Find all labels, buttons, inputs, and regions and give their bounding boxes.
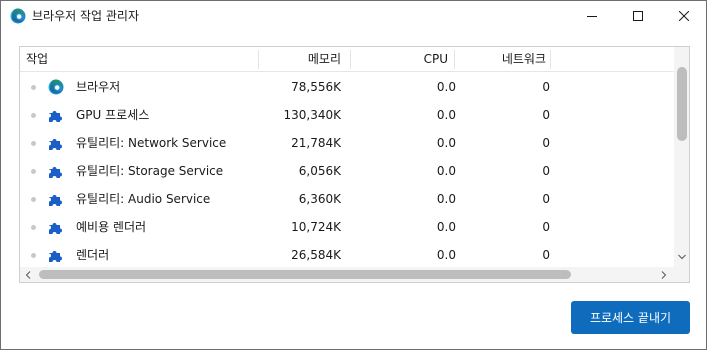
task-name: 유틸리티: Network Service xyxy=(76,136,227,150)
task-name: 유틸리티: Storage Service xyxy=(76,164,224,178)
cpu-value: 0.0 xyxy=(436,220,456,234)
horizontal-scrollbar[interactable] xyxy=(20,267,674,282)
puzzle-icon xyxy=(48,107,64,123)
task-name: 유틸리티: Audio Service xyxy=(76,192,211,206)
status-dot xyxy=(31,197,36,202)
minimize-icon xyxy=(587,16,597,17)
memory-value: 130,340K xyxy=(283,108,342,122)
puzzle-icon xyxy=(48,247,64,263)
table-row[interactable]: 브라우저 78,556K 0.0 0 xyxy=(20,73,674,101)
table-row[interactable]: 유틸리티: Audio Service 6,360K 0.0 0 xyxy=(20,185,674,213)
status-dot xyxy=(31,113,36,118)
task-manager-window: 브라우저 작업 관리자 작업 메모리 CPU 네트워크 브라우저 78,556K… xyxy=(0,0,707,350)
column-header-task[interactable]: 작업 xyxy=(26,47,48,72)
vertical-scroll-thumb[interactable] xyxy=(677,67,687,141)
cpu-value: 0.0 xyxy=(436,248,456,262)
maximize-icon xyxy=(633,11,643,21)
status-dot xyxy=(31,85,36,90)
task-table[interactable]: 작업 메모리 CPU 네트워크 브라우저 78,556K 0.0 0 GPU 프… xyxy=(19,46,690,283)
task-name: 브라우저 xyxy=(76,80,121,94)
window-title: 브라우저 작업 관리자 xyxy=(32,9,139,23)
chevron-down-icon xyxy=(678,254,686,260)
memory-value: 10,724K xyxy=(291,220,341,234)
network-value: 0 xyxy=(542,248,550,262)
column-divider[interactable] xyxy=(258,50,259,69)
scroll-left-button[interactable] xyxy=(23,270,33,280)
column-divider[interactable] xyxy=(350,50,351,69)
task-name: 렌더러 xyxy=(76,248,110,262)
close-button[interactable] xyxy=(661,1,707,31)
horizontal-scroll-thumb[interactable] xyxy=(39,270,571,279)
status-dot xyxy=(31,141,36,146)
task-name: GPU 프로세스 xyxy=(76,108,150,122)
network-value: 0 xyxy=(542,164,550,178)
puzzle-icon xyxy=(48,191,64,207)
status-dot xyxy=(31,253,36,258)
memory-value: 6,056K xyxy=(298,164,341,178)
vertical-scrollbar[interactable] xyxy=(674,47,689,267)
column-header-cpu[interactable]: CPU xyxy=(360,47,448,72)
cpu-value: 0.0 xyxy=(436,192,456,206)
table-header: 작업 메모리 CPU 네트워크 xyxy=(20,47,674,72)
memory-value: 21,784K xyxy=(291,136,341,150)
cpu-value: 0.0 xyxy=(436,164,456,178)
puzzle-icon xyxy=(48,219,64,235)
maximize-button[interactable] xyxy=(615,1,661,31)
task-name: 예비용 렌더러 xyxy=(76,220,147,234)
network-value: 0 xyxy=(542,192,550,206)
scroll-down-button[interactable] xyxy=(677,252,687,262)
status-dot xyxy=(31,225,36,230)
minimize-button[interactable] xyxy=(569,1,615,31)
chevron-right-icon xyxy=(661,271,667,279)
edge-icon xyxy=(48,79,64,95)
table-body: 브라우저 78,556K 0.0 0 GPU 프로세스 130,340K 0.0… xyxy=(20,73,674,269)
column-divider[interactable] xyxy=(454,50,455,69)
cpu-value: 0.0 xyxy=(436,108,456,122)
title-bar[interactable]: 브라우저 작업 관리자 xyxy=(1,1,706,32)
cpu-value: 0.0 xyxy=(436,80,456,94)
column-divider[interactable] xyxy=(550,50,551,69)
network-value: 0 xyxy=(542,80,550,94)
scrollbar-corner xyxy=(674,267,689,282)
cpu-value: 0.0 xyxy=(436,136,456,150)
chevron-left-icon xyxy=(25,271,31,279)
network-value: 0 xyxy=(542,136,550,150)
status-dot xyxy=(31,169,36,174)
table-row[interactable]: 유틸리티: Network Service 21,784K 0.0 0 xyxy=(20,129,674,157)
end-process-button[interactable]: 프로세스 끝내기 xyxy=(571,301,690,334)
column-header-network[interactable]: 네트워크 xyxy=(460,47,546,72)
close-icon xyxy=(679,11,689,21)
puzzle-icon xyxy=(48,135,64,151)
scroll-right-button[interactable] xyxy=(659,270,669,280)
memory-value: 26,584K xyxy=(291,248,341,262)
memory-value: 78,556K xyxy=(291,80,341,94)
column-header-memory[interactable]: 메모리 xyxy=(260,47,341,72)
table-row[interactable]: GPU 프로세스 130,340K 0.0 0 xyxy=(20,101,674,129)
table-row[interactable]: 유틸리티: Storage Service 6,056K 0.0 0 xyxy=(20,157,674,185)
edge-icon xyxy=(10,8,26,24)
table-row[interactable]: 예비용 렌더러 10,724K 0.0 0 xyxy=(20,213,674,241)
table-row[interactable]: 렌더러 26,584K 0.0 0 xyxy=(20,241,674,269)
memory-value: 6,360K xyxy=(298,192,341,206)
network-value: 0 xyxy=(542,220,550,234)
network-value: 0 xyxy=(542,108,550,122)
puzzle-icon xyxy=(48,163,64,179)
